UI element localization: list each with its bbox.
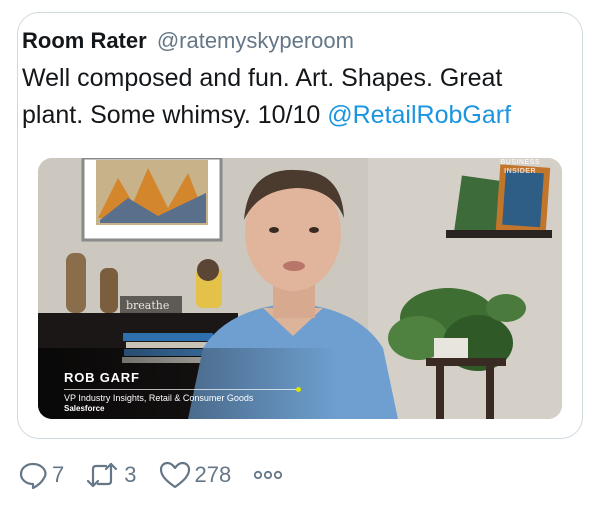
speech-bubble-icon [18, 460, 48, 490]
breathe-text: breathe [126, 299, 169, 312]
more-options-button[interactable] [253, 468, 283, 482]
tweet-actions: 7 3 278 [18, 458, 283, 492]
retweet-arrows-icon [84, 460, 120, 490]
video-thumbnail[interactable]: breathe BUSINESS INSIDER ROB GARF VP Ind… [38, 158, 562, 419]
caption-title: VP Industry Insights, Retail & Consumer … [64, 393, 254, 403]
retweet-button[interactable]: 3 [84, 460, 137, 490]
reply-button[interactable]: 7 [18, 460, 64, 490]
tweet-body: Well composed and fun. Art. Shapes. Grea… [22, 60, 557, 134]
caption-name: ROB GARF [64, 370, 140, 385]
reply-count: 7 [52, 462, 65, 487]
three-dots-icon [253, 468, 283, 482]
mention-link[interactable]: @RetailRobGarf [327, 101, 511, 129]
like-count: 278 [194, 462, 232, 487]
lower-third-caption: ROB GARF VP Industry Insights, Retail & … [64, 370, 301, 414]
tweet-header: Room Rater @ratemyskyperoom [22, 28, 354, 54]
caption-company: Salesforce [64, 404, 105, 413]
business-insider-watermark: BUSINESS INSIDER [500, 159, 540, 175]
wall-shelf [446, 230, 552, 238]
author-handle[interactable]: @ratemyskyperoom [157, 28, 354, 53]
caption-divider [64, 387, 301, 392]
author-name[interactable]: Room Rater [22, 28, 147, 53]
heart-outline-icon [159, 460, 191, 490]
retweet-count: 3 [124, 462, 137, 487]
vase [66, 253, 86, 313]
like-button[interactable]: 278 [159, 460, 232, 490]
